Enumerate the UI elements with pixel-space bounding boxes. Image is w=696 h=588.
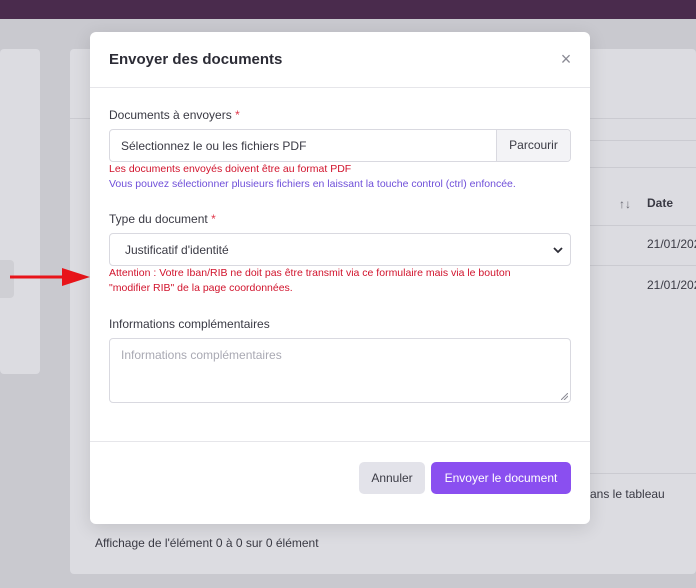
background-divider [590, 225, 696, 226]
multi-select-hint: Vous pouvez sélectionner plusieurs fichi… [109, 178, 516, 190]
background-divider [590, 140, 696, 141]
required-mark: * [211, 212, 216, 226]
chevron-down-icon [553, 247, 563, 254]
modal-title: Envoyer des documents [109, 51, 283, 68]
table-cell-date: 21/01/202 [647, 278, 696, 292]
red-arrow-annotation [10, 268, 90, 286]
table-empty-text: ans le tableau [590, 487, 665, 501]
file-input[interactable]: Sélectionnez le ou les fichiers PDF Parc… [109, 129, 571, 162]
background-divider [590, 265, 696, 266]
rib-warning-line1: Attention : Votre Iban/RIB ne doit pas ê… [109, 267, 511, 279]
table-cell-date: 21/01/202 [647, 237, 696, 251]
document-type-selected: Justificatif d'identité [125, 243, 229, 257]
browse-button[interactable]: Parcourir [496, 130, 570, 161]
background-divider [590, 167, 696, 168]
pdf-format-hint: Les documents envoyés doivent être au fo… [109, 163, 352, 175]
info-textarea[interactable]: Informations complémentaires [109, 338, 571, 403]
table-header-date[interactable]: Date [647, 196, 673, 210]
document-type-label: Type du document * [109, 212, 216, 226]
sort-icon[interactable]: ↑↓ [619, 197, 631, 211]
modal-header: Envoyer des documents × [90, 32, 590, 88]
rib-warning-line2: "modifier RIB" de la page coordonnées. [109, 282, 293, 294]
top-navbar [0, 0, 696, 19]
modal-footer-divider [90, 441, 590, 442]
document-type-select[interactable]: Justificatif d'identité [109, 233, 571, 266]
cancel-button[interactable]: Annuler [359, 462, 425, 494]
background-left-card [0, 49, 40, 374]
close-icon[interactable]: × [558, 49, 574, 69]
background-divider [590, 473, 696, 474]
send-documents-modal: Envoyer des documents × Documents à envo… [90, 32, 590, 524]
documents-label: Documents à envoyers * [109, 108, 240, 122]
info-label: Informations complémentaires [109, 317, 270, 331]
info-textarea-placeholder: Informations complémentaires [121, 348, 282, 362]
resize-handle-icon[interactable] [561, 393, 568, 400]
table-info-text: Affichage de l'élément 0 à 0 sur 0 éléme… [95, 536, 319, 550]
required-mark: * [235, 108, 240, 122]
file-input-placeholder: Sélectionnez le ou les fichiers PDF [121, 139, 307, 153]
send-document-button[interactable]: Envoyer le document [431, 462, 571, 494]
